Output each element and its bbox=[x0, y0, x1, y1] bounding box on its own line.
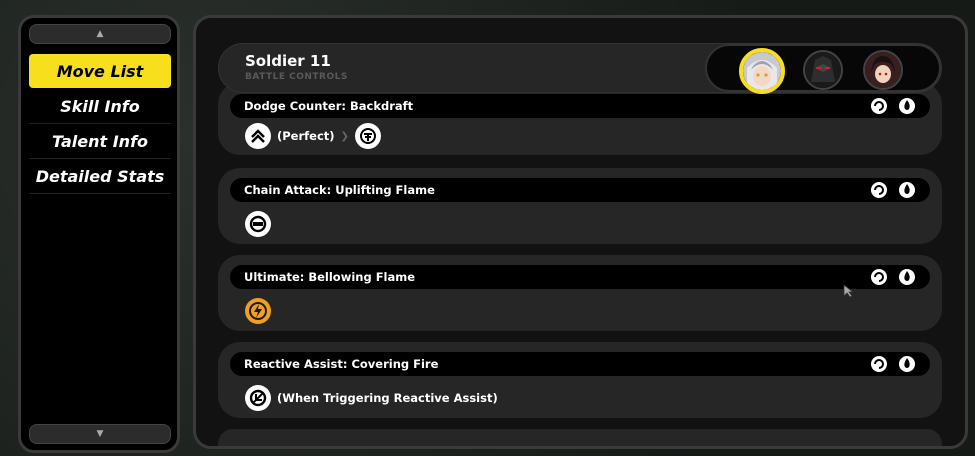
assist-icon bbox=[245, 385, 271, 411]
move-list-panel: Soldier 11 BATTLE CONTROLS Dodge Counter… bbox=[193, 15, 968, 449]
move-title: Ultimate: Bellowing Flame bbox=[244, 270, 416, 284]
character-switcher bbox=[705, 44, 941, 94]
character-header: Soldier 11 BATTLE CONTROLS bbox=[218, 43, 942, 94]
menu-item-skill-info[interactable]: Skill Info bbox=[29, 90, 171, 124]
move-card: Reactive Assist: Covering Fire (When Tri… bbox=[218, 342, 942, 418]
move-title-bar: Chain Attack: Uplifting Flame bbox=[230, 178, 930, 202]
move-inputs bbox=[245, 297, 271, 325]
move-card: Ultimate: Bellowing Flame bbox=[218, 255, 942, 331]
avatar-character-2[interactable] bbox=[803, 50, 843, 90]
menu-item-talent-info[interactable]: Talent Info bbox=[29, 125, 171, 159]
scroll-down-button[interactable]: ▼ bbox=[29, 424, 171, 444]
dodge-icon bbox=[245, 123, 271, 149]
input-condition: (When Triggering Reactive Assist) bbox=[277, 391, 498, 405]
swap-icon bbox=[870, 268, 888, 286]
character-name: Soldier 11 bbox=[245, 52, 331, 70]
swap-icon bbox=[870, 355, 888, 373]
section-subtitle: BATTLE CONTROLS bbox=[245, 72, 348, 82]
menu-item-label: Detailed Stats bbox=[35, 167, 165, 186]
move-title-bar: Ultimate: Bellowing Flame bbox=[230, 265, 930, 289]
move-card: Chain Attack: Uplifting Flame bbox=[218, 168, 942, 244]
chevron-up-icon: ▲ bbox=[96, 29, 104, 39]
menu-item-label: Move List bbox=[56, 61, 144, 81]
move-title: Reactive Assist: Covering Fire bbox=[244, 357, 439, 371]
mouse-cursor-icon bbox=[843, 283, 855, 302]
chevron-down-icon: ▼ bbox=[96, 429, 104, 439]
move-card-partial bbox=[218, 429, 942, 446]
move-inputs: (Perfect) ❯ bbox=[245, 122, 381, 150]
menu-item-move-list[interactable]: Move List bbox=[29, 54, 171, 88]
fire-icon bbox=[898, 181, 916, 199]
swap-icon bbox=[870, 97, 888, 115]
move-inputs: (When Triggering Reactive Assist) bbox=[245, 384, 498, 412]
side-menu: ▲ Move List Skill Info Talent Info Detai… bbox=[18, 15, 180, 453]
swap-icon bbox=[870, 181, 888, 199]
move-title-bar: Dodge Counter: Backdraft bbox=[230, 94, 930, 118]
move-title: Dodge Counter: Backdraft bbox=[244, 99, 414, 113]
qte-icon bbox=[245, 211, 271, 237]
avatar-character-3[interactable] bbox=[863, 50, 903, 90]
menu-item-detailed-stats[interactable]: Detailed Stats bbox=[29, 160, 171, 194]
basic-attack-icon bbox=[354, 123, 381, 149]
move-title: Chain Attack: Uplifting Flame bbox=[244, 183, 435, 197]
menu-item-label: Skill Info bbox=[60, 97, 140, 116]
fire-icon bbox=[898, 355, 916, 373]
input-condition: (Perfect) bbox=[277, 129, 335, 143]
ultimate-icon bbox=[245, 298, 271, 324]
fire-icon bbox=[898, 268, 916, 286]
menu-item-label: Talent Info bbox=[51, 132, 149, 151]
move-title-bar: Reactive Assist: Covering Fire bbox=[230, 352, 930, 376]
fire-icon bbox=[898, 97, 916, 115]
scroll-up-button[interactable]: ▲ bbox=[29, 24, 171, 44]
move-inputs bbox=[245, 210, 271, 238]
chevron-right-icon: ❯ bbox=[340, 130, 349, 142]
avatar-character-1[interactable] bbox=[739, 48, 785, 94]
